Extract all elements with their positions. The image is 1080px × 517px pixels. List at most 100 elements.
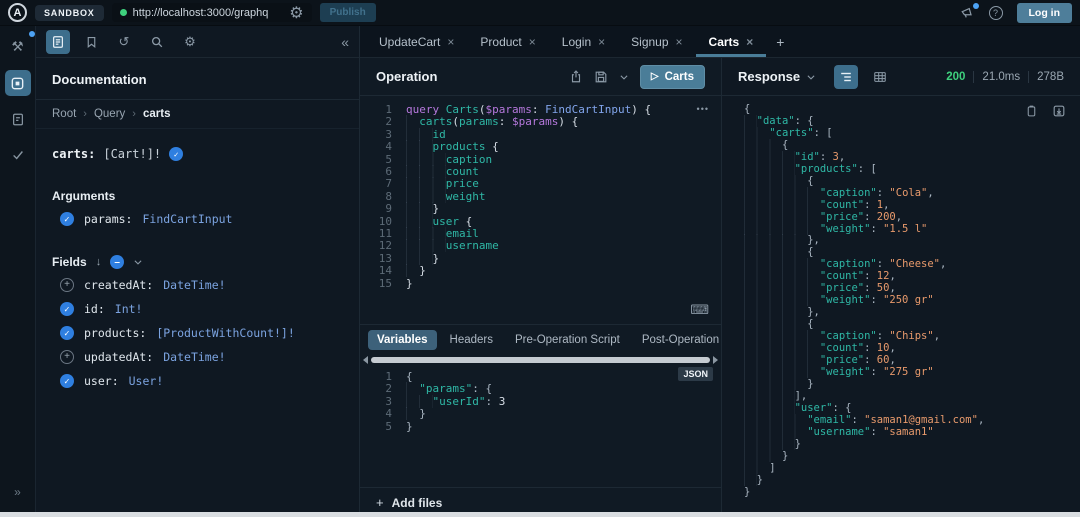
field-signature-type[interactable]: [Cart!]!: [103, 147, 161, 161]
scrollbar-thumb[interactable]: [371, 356, 710, 363]
new-tab-button[interactable]: +: [766, 26, 794, 57]
tab-close-icon[interactable]: ×: [529, 35, 536, 49]
help-icon[interactable]: ?: [988, 5, 1003, 20]
field-name: products:: [84, 326, 147, 340]
field-type[interactable]: [ProductWithCount!]!: [156, 326, 294, 340]
variables-tab-headers[interactable]: Headers: [441, 330, 502, 350]
operation-editor[interactable]: ••• ⌨ 1 query Carts($params: FindCartInpu…: [360, 96, 721, 324]
field-row[interactable]: + createdAt: DateTime!: [36, 273, 359, 297]
breadcrumb-item[interactable]: carts: [143, 108, 171, 120]
checklist-icon[interactable]: [5, 142, 31, 168]
tab-close-icon[interactable]: ×: [447, 35, 454, 49]
variables-horizontal-scrollbar[interactable]: [360, 354, 721, 365]
code-line: 4 products {: [385, 140, 499, 154]
endpoint-url[interactable]: http://localhost:3000/graphq: [133, 7, 284, 19]
tree-view-icon[interactable]: [834, 64, 859, 89]
fields-list: + createdAt: DateTime! ✓ id: Int! ✓ products: [P…: [36, 273, 359, 393]
history-icon[interactable]: ↺: [112, 30, 136, 54]
collapse-panel-chevrons-icon[interactable]: «: [341, 34, 349, 50]
tab-close-icon[interactable]: ×: [746, 35, 753, 49]
selected-check-icon[interactable]: ✓: [60, 302, 74, 316]
field-type[interactable]: Int!: [115, 302, 143, 316]
topbar: A SANDBOX http://localhost:3000/graphq ⚙…: [0, 0, 1080, 26]
field-signature: carts: [Cart!]! ✓: [36, 129, 359, 165]
field-row[interactable]: ✓ user: User!: [36, 369, 359, 393]
endpoint-settings-gear-icon[interactable]: ⚙: [289, 3, 303, 23]
search-icon[interactable]: [145, 30, 169, 54]
code-line: ]: [744, 461, 1080, 475]
documentation-tab-icon[interactable]: [46, 29, 70, 54]
field-row[interactable]: ✓ id: Int!: [36, 297, 359, 321]
run-operation-button[interactable]: ▷ Carts: [639, 64, 705, 89]
scroll-left-arrow-icon[interactable]: [363, 355, 368, 364]
documentation-panel: ↺ ⚙ « Documentation Root › Query › carts car…: [36, 26, 360, 517]
publish-button[interactable]: Publish: [319, 3, 376, 22]
scroll-right-arrow-icon[interactable]: [713, 355, 718, 364]
code-line: 2 "params": {: [385, 382, 493, 396]
endpoint-url-field[interactable]: http://localhost:3000/graphq ⚙: [111, 3, 312, 23]
line-actions-menu-icon[interactable]: •••: [697, 104, 709, 114]
field-name: updatedAt:: [84, 350, 154, 364]
tab-close-icon[interactable]: ×: [598, 35, 605, 49]
tab-updatecart[interactable]: UpdateCart ×: [366, 26, 467, 57]
field-name: params:: [84, 212, 133, 226]
breadcrumb-item[interactable]: Root: [52, 108, 76, 120]
announcements-megaphone-icon[interactable]: [960, 2, 979, 20]
field-row[interactable]: ✓ products: [ProductWithCount!]!: [36, 321, 359, 345]
tab-carts[interactable]: Carts ×: [695, 26, 767, 57]
add-field-icon[interactable]: +: [60, 278, 74, 292]
bookmarks-icon[interactable]: [79, 30, 103, 54]
metric-divider: [1028, 70, 1030, 83]
tab-login[interactable]: Login ×: [549, 26, 618, 57]
add-field-icon[interactable]: +: [60, 350, 74, 364]
field-type[interactable]: FindCartInput: [142, 212, 232, 226]
status-code: 200: [946, 70, 966, 83]
field-type[interactable]: DateTime!: [163, 350, 225, 364]
response-title: Response: [738, 69, 801, 84]
operation-title: Operation: [376, 69, 438, 84]
breadcrumb-item[interactable]: Query: [94, 108, 125, 120]
selected-check-icon[interactable]: ✓: [60, 326, 74, 340]
tools-icon[interactable]: ⚒: [5, 31, 35, 60]
variables-tab-pre-operation-script[interactable]: Pre-Operation Script: [506, 330, 629, 350]
save-options-chevron-icon[interactable]: [619, 72, 629, 82]
deselect-all-fields-icon[interactable]: –: [110, 255, 125, 269]
tab-signup[interactable]: Signup ×: [618, 26, 695, 57]
code-line: }: [744, 473, 1080, 487]
selected-check-icon[interactable]: ✓: [60, 212, 74, 226]
collapse-fields-chevron-icon[interactable]: [133, 257, 143, 267]
share-operation-icon[interactable]: [569, 69, 583, 84]
sort-fields-icon[interactable]: ↓: [96, 256, 102, 268]
variables-tab-variables[interactable]: Variables: [368, 329, 437, 350]
field-row[interactable]: ✓ params: FindCartInput: [36, 207, 359, 231]
response-metrics: 200 21.0ms 278B: [946, 70, 1064, 83]
bottom-scrollbar[interactable]: [0, 512, 1080, 517]
response-dropdown-chevron-icon[interactable]: [806, 72, 816, 82]
selected-check-icon[interactable]: ✓: [60, 374, 74, 388]
breadcrumb-separator-icon: ›: [132, 108, 136, 120]
selected-check-icon[interactable]: ✓: [169, 147, 184, 161]
sandbox-badge: SANDBOX: [35, 4, 104, 21]
expand-rail-chevrons-icon[interactable]: »: [0, 485, 35, 499]
login-button[interactable]: Log in: [1016, 2, 1072, 23]
keyboard-shortcuts-icon[interactable]: ⌨: [690, 302, 709, 318]
field-type[interactable]: DateTime!: [163, 278, 225, 292]
code-line: 15}: [378, 276, 413, 290]
tab-close-icon[interactable]: ×: [676, 35, 683, 49]
code-line: 14 }: [378, 264, 426, 278]
save-operation-icon[interactable]: [594, 70, 608, 84]
copy-response-icon[interactable]: [1025, 104, 1038, 118]
field-row[interactable]: + updatedAt: DateTime!: [36, 345, 359, 369]
settings-gear-icon[interactable]: ⚙: [178, 30, 202, 54]
download-response-icon[interactable]: [1052, 104, 1066, 118]
schema-explorer-icon[interactable]: [4, 70, 31, 96]
code-line: 5}: [385, 419, 413, 433]
table-view-icon[interactable]: [868, 65, 892, 89]
field-type[interactable]: User!: [129, 374, 164, 388]
variables-editor[interactable]: JSON 1{2 "params": {3 "userId": 34 } 5}: [360, 365, 721, 487]
apollo-logo-icon[interactable]: A: [8, 3, 27, 22]
code-line: }: [744, 449, 1080, 463]
tab-product[interactable]: Product ×: [467, 26, 548, 57]
code-line: "products": [: [744, 162, 1080, 176]
collections-icon[interactable]: [5, 106, 31, 132]
